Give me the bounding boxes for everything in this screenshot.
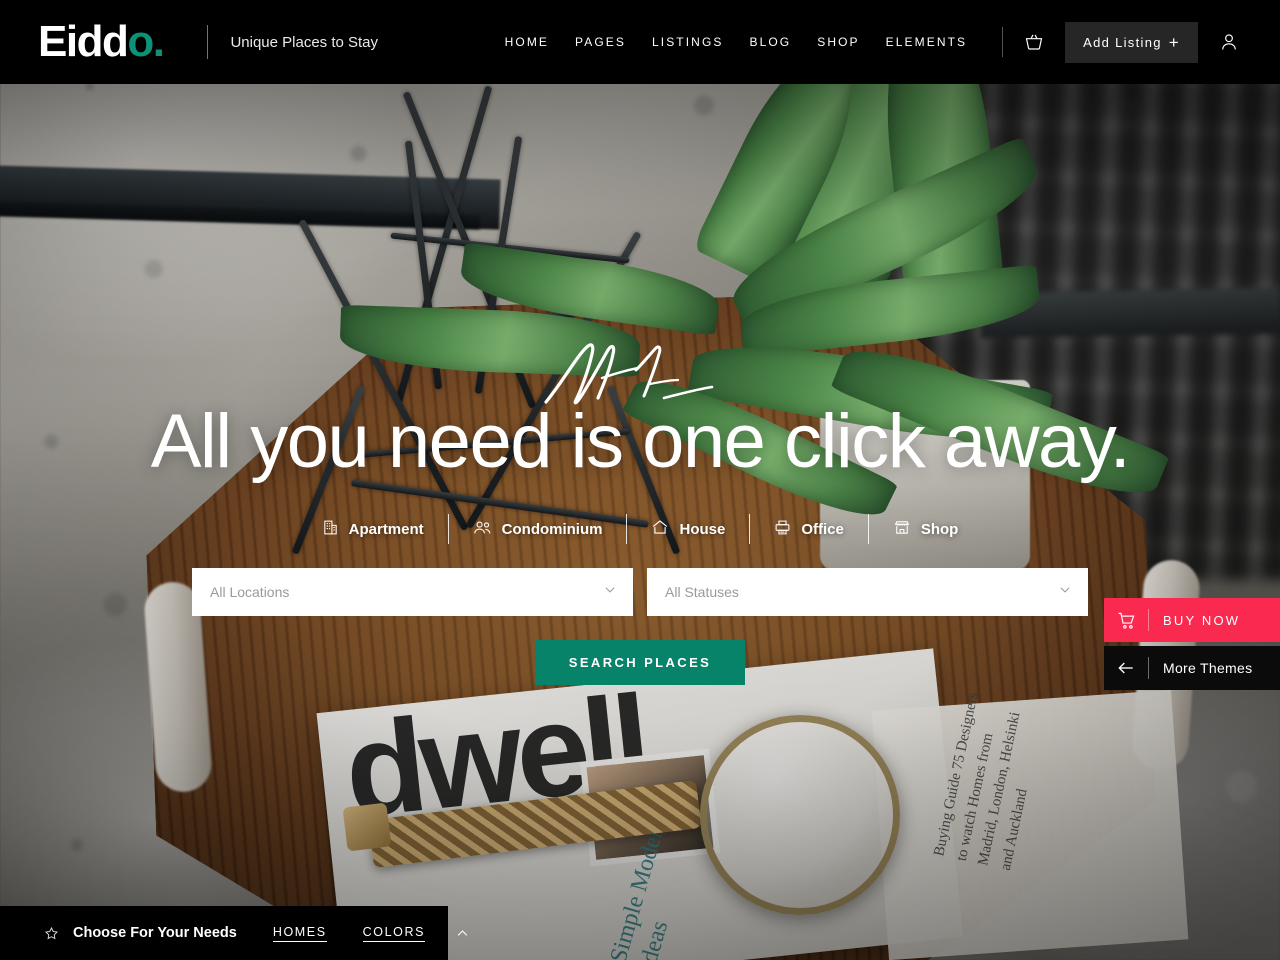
more-themes-label: More Themes xyxy=(1163,660,1253,676)
buy-now-button[interactable]: BUY NOW xyxy=(1104,598,1280,642)
hero-headline: All you need is one click away. xyxy=(150,399,1131,484)
chevron-down-icon xyxy=(1058,583,1072,602)
people-icon xyxy=(473,519,492,540)
category-house[interactable]: House xyxy=(627,518,749,540)
apartment-building-icon xyxy=(322,519,339,540)
category-apartment-label: Apartment xyxy=(348,520,424,538)
page-root: Buying Guide 75 Designers to watch Homes… xyxy=(0,0,1280,960)
category-shop[interactable]: Shop xyxy=(869,519,983,540)
site-header: Eiddo. Unique Places to Stay HOME PAGES … xyxy=(0,0,1280,84)
nav-item-elements[interactable]: ELEMENTS xyxy=(873,35,980,49)
site-logo[interactable]: Eiddo. xyxy=(38,17,165,66)
category-shop-label: Shop xyxy=(920,520,959,538)
arrow-left-icon xyxy=(1104,658,1148,678)
colors-link[interactable]: COLORS xyxy=(362,925,426,942)
plus-icon: + xyxy=(1168,32,1180,52)
add-listing-label: Add Listing xyxy=(1083,34,1162,50)
cart-icon xyxy=(1104,611,1148,630)
category-office-label: Office xyxy=(801,520,844,538)
storefront-icon xyxy=(893,519,911,540)
nav-item-home[interactable]: HOME xyxy=(492,35,562,49)
nav-item-shop[interactable]: SHOP xyxy=(804,35,872,49)
search-places-button[interactable]: SEARCH PLACES xyxy=(534,640,746,685)
chevron-down-icon xyxy=(603,583,617,602)
category-filter-bar: Apartment Condominium House Office Shop xyxy=(298,514,983,544)
search-form: All Locations All Statuses xyxy=(192,568,1088,616)
hero-content: All you need is one click away. Apartmen… xyxy=(0,84,1280,960)
category-condominium-label: Condominium xyxy=(501,520,603,538)
category-house-label: House xyxy=(679,520,726,538)
site-tagline: Unique Places to Stay xyxy=(230,33,379,51)
office-printer-icon xyxy=(774,519,791,540)
category-office[interactable]: Office xyxy=(750,519,868,540)
logo-text-main: Eidd xyxy=(38,17,129,66)
floating-promo-buttons: BUY NOW More Themes xyxy=(1104,598,1280,690)
nav-item-blog[interactable]: BLOG xyxy=(736,35,804,49)
star-icon xyxy=(44,926,59,941)
location-select-placeholder: All Locations xyxy=(210,584,290,600)
status-select[interactable]: All Statuses xyxy=(647,568,1088,616)
nav-item-pages[interactable]: PAGES xyxy=(562,35,639,49)
status-select-placeholder: All Statuses xyxy=(665,584,739,600)
add-listing-button[interactable]: Add Listing + xyxy=(1065,21,1198,63)
buy-now-label: BUY NOW xyxy=(1163,612,1241,628)
logo-text-accent: o. xyxy=(127,17,165,66)
category-apartment[interactable]: Apartment xyxy=(298,519,448,540)
nav-item-listings[interactable]: LISTINGS xyxy=(639,35,736,49)
more-themes-button[interactable]: More Themes xyxy=(1104,646,1280,690)
house-icon xyxy=(651,518,669,540)
basket-icon[interactable] xyxy=(1019,27,1049,57)
header-divider xyxy=(207,25,209,59)
location-select[interactable]: All Locations xyxy=(192,568,633,616)
category-condominium[interactable]: Condominium xyxy=(449,519,627,540)
main-navigation: HOME PAGES LISTINGS BLOG SHOP ELEMENTS A… xyxy=(492,21,1280,63)
choose-needs-bar: Choose For Your Needs HOMES COLORS xyxy=(0,906,468,960)
nav-divider xyxy=(1002,27,1004,57)
homes-link[interactable]: HOMES xyxy=(272,925,327,942)
chevron-up-icon[interactable] xyxy=(455,926,470,941)
choose-needs-title: Choose For Your Needs xyxy=(73,925,237,941)
user-icon[interactable] xyxy=(1214,27,1244,57)
